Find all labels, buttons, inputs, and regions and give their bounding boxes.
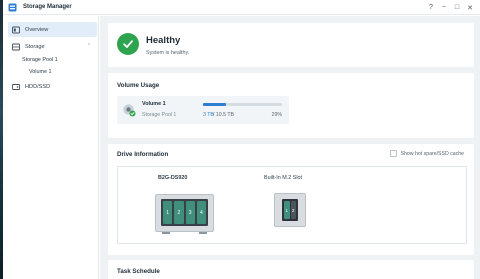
sidebar: Overview Storage ⌃ Storage Pool 1 Volume…: [3, 16, 99, 279]
drive-bay[interactable]: 4: [196, 201, 206, 224]
chevron-up-icon[interactable]: ⌃: [87, 43, 91, 49]
overview-icon: [12, 26, 20, 34]
minimize-icon[interactable]: −: [438, 4, 450, 11]
volume-total: / 10.5 TB: [213, 112, 234, 118]
task-schedule-card: Task Schedule: [108, 260, 474, 279]
storage-icon: [12, 43, 20, 51]
nas-foot: [199, 232, 207, 234]
sidebar-item-label: Storage: [25, 43, 45, 50]
sidebar-item-label: HDD/SSD: [25, 83, 51, 90]
m2-slot-label: Built-In M.2 Slot: [264, 175, 303, 181]
m2-slot[interactable]: 2: [290, 201, 296, 219]
drive-bay[interactable]: 2: [174, 201, 184, 224]
volume-usage-bar: [203, 103, 282, 106]
title-bar: Storage Manager ? − □ ✕: [3, 0, 480, 15]
drive-information-heading: Drive Information: [117, 151, 169, 158]
hdd-icon: [12, 83, 20, 91]
health-status-title: Healthy: [146, 35, 181, 46]
hot-spare-toggle[interactable]: Show hot spare/SSD cache: [389, 150, 464, 157]
sidebar-item-volume[interactable]: Volume 1: [29, 69, 51, 75]
sidebar-item-overview[interactable]: Overview: [8, 22, 97, 37]
volume-usage-bar-fill: [203, 103, 226, 106]
main-panel: Healthy System is healthy. Volume Usage …: [100, 16, 480, 279]
nas-device[interactable]: 1 2 3 4: [155, 194, 214, 234]
m2-slot[interactable]: 1: [284, 201, 290, 219]
window-title: Storage Manager: [23, 4, 72, 10]
sidebar-item-storage[interactable]: Storage ⌃: [8, 39, 97, 54]
volume-icon: [122, 103, 136, 117]
storage-manager-app-icon: [8, 3, 17, 12]
volume-usage-heading: Volume Usage: [117, 82, 160, 89]
m2-front-panel: 1 2: [282, 199, 298, 221]
sidebar-item-hdd-ssd[interactable]: HDD/SSD: [8, 79, 97, 94]
drive-bay[interactable]: 3: [185, 201, 195, 224]
task-schedule-heading: Task Schedule: [117, 268, 160, 275]
close-icon[interactable]: ✕: [464, 4, 476, 12]
storage-manager-window: Storage Manager ? − □ ✕ Overview Storage…: [3, 0, 480, 279]
drive-information-card: Drive Information Show hot spare/SSD cac…: [108, 144, 474, 255]
healthy-check-icon: [117, 33, 139, 55]
m2-slot-device[interactable]: 1 2: [274, 193, 306, 227]
help-icon[interactable]: ?: [425, 4, 437, 11]
sidebar-item-label: Overview: [25, 26, 49, 33]
hot-spare-label: Show hot spare/SSD cache: [400, 150, 464, 157]
hot-spare-checkbox[interactable]: [389, 150, 397, 157]
volume-percent: 29%: [271, 112, 282, 118]
drive-bay[interactable]: 1: [163, 201, 173, 224]
volume-name: Volume 1: [142, 101, 166, 107]
nas-front-panel: 1 2 3 4: [161, 199, 208, 226]
window-controls: ? − □ ✕: [424, 0, 476, 15]
nas-foot: [162, 232, 170, 234]
volume-item[interactable]: Volume 1 Storage Pool 1 3 TB / 10.5 TB 2…: [117, 96, 289, 124]
health-card: Healthy System is healthy.: [108, 23, 474, 67]
nas-model-label: B2G-DS920: [158, 175, 188, 181]
maximize-icon[interactable]: □: [451, 4, 463, 11]
volume-usage-card: Volume Usage Volume 1 Storage Pool 1 3 T…: [108, 73, 474, 138]
sidebar-item-storage-pool[interactable]: Storage Pool 1: [22, 57, 58, 63]
health-status-subtitle: System is healthy.: [146, 50, 190, 56]
volume-pool-name: Storage Pool 1: [142, 112, 177, 118]
drive-diagram-area: B2G-DS920 1 2 3 4 Built-In M.2 Slot 1 2: [117, 166, 467, 244]
